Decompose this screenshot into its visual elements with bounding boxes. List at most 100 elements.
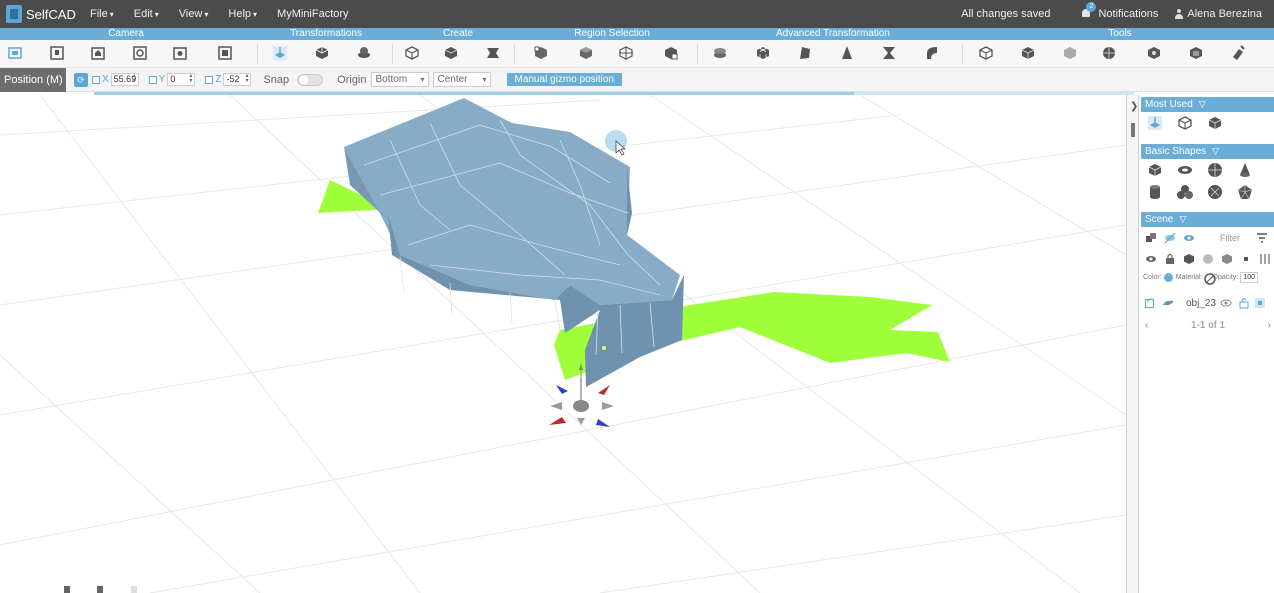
most-used-header[interactable]: Most Used ▽	[1141, 97, 1274, 112]
tool-intersect-icon[interactable]	[1188, 45, 1204, 61]
sort-icon[interactable]	[1256, 232, 1268, 244]
tool-ghost-cube-icon[interactable]	[1062, 45, 1078, 61]
manual-gizmo-button[interactable]: Manual gizmo position	[506, 73, 622, 86]
adv-subdivide-icon[interactable]	[755, 45, 771, 61]
select-vertex-icon[interactable]	[533, 45, 549, 61]
polyhedron-shape-icon[interactable]	[1237, 184, 1253, 200]
user-menu[interactable]: Alena Berezina	[1174, 8, 1262, 20]
category-camera[interactable]: Camera	[94, 28, 158, 40]
origin-horizontal-select[interactable]: Center	[432, 72, 491, 87]
solid-cube-icon[interactable]	[1207, 115, 1223, 131]
adv-extrude-icon[interactable]	[712, 45, 728, 61]
separator	[514, 44, 515, 64]
create-cube-icon[interactable]	[404, 45, 420, 61]
menu-myminifactory[interactable]: MyMiniFactory	[267, 8, 359, 20]
cone-shape-icon[interactable]	[1237, 162, 1253, 178]
wire-cube-icon[interactable]	[1177, 115, 1193, 131]
menu-help[interactable]: Help ▾	[218, 8, 267, 20]
tool-solid-cube-icon[interactable]	[1020, 45, 1036, 61]
filter-input[interactable]: Filter	[1214, 231, 1246, 246]
sphere-shape-icon[interactable]	[1207, 162, 1223, 178]
position-mode-tab[interactable]: Position (M)	[0, 67, 66, 92]
point-view-icon[interactable]	[1240, 253, 1252, 265]
tool-wire-cube-icon[interactable]	[978, 45, 994, 61]
menu-edit[interactable]: Edit ▾	[124, 8, 169, 20]
hide-icon[interactable]	[1164, 232, 1176, 244]
menu-view[interactable]: View ▾	[169, 8, 219, 20]
reset-icon[interactable]: ⟳	[74, 72, 88, 87]
eye-icon[interactable]	[1183, 232, 1195, 244]
create-box-icon[interactable]	[443, 45, 459, 61]
funnel-icon: ▽	[1212, 146, 1220, 156]
scale-tool-icon[interactable]	[314, 45, 330, 61]
camera-side-icon[interactable]	[90, 45, 106, 61]
z-lock-checkbox[interactable]	[205, 75, 214, 84]
select-edge-icon[interactable]	[618, 45, 634, 61]
move-tool-icon[interactable]	[1147, 115, 1163, 131]
object-settings-icon[interactable]	[1254, 297, 1266, 309]
chevron-right-icon[interactable]: ❯	[1130, 101, 1138, 112]
adv-bend-icon[interactable]	[924, 45, 940, 61]
scroll-thumb[interactable]	[1131, 123, 1135, 137]
object-lock-icon[interactable]	[1238, 297, 1250, 309]
camera-top-icon[interactable]	[49, 45, 65, 61]
bell-icon: 2	[1080, 2, 1097, 20]
lock-icon[interactable]	[1164, 253, 1176, 265]
x-lock-checkbox[interactable]	[92, 75, 100, 84]
z-input[interactable]: -52	[223, 73, 252, 86]
menu-file[interactable]: File ▾	[80, 8, 124, 20]
pager-next-icon[interactable]: ›	[1268, 320, 1271, 331]
app-logo[interactable]: SelfCAD	[0, 0, 80, 28]
y-lock-checkbox[interactable]	[148, 75, 157, 84]
select-face-icon[interactable]	[578, 45, 594, 61]
group-icon[interactable]	[1145, 232, 1157, 244]
x-input[interactable]: 55.69	[110, 73, 139, 86]
geosphere-shape-icon[interactable]	[1207, 184, 1223, 200]
shaded-view-icon[interactable]	[1221, 253, 1233, 265]
tool-sphere-icon[interactable]	[1101, 45, 1117, 61]
material-icon[interactable]	[1203, 273, 1216, 285]
molecule-shape-icon[interactable]	[1177, 184, 1193, 200]
object-checkbox[interactable]	[1145, 296, 1154, 308]
notifications-button[interactable]: 2 Notifications	[1080, 2, 1158, 20]
opacity-input[interactable]: 100	[1240, 271, 1259, 283]
torus-shape-icon[interactable]	[1177, 162, 1193, 178]
3d-viewport[interactable]	[0, 95, 1126, 593]
create-prism-icon[interactable]	[485, 45, 501, 61]
visibility-eye-icon[interactable]	[1145, 253, 1157, 265]
tool-slice-icon[interactable]	[1230, 45, 1246, 61]
rotate-tool-icon[interactable]	[356, 45, 372, 61]
cylinder-shape-icon[interactable]	[1147, 184, 1163, 200]
wire-view-icon[interactable]	[1202, 253, 1214, 265]
cube-shape-icon[interactable]	[1147, 162, 1163, 178]
category-tools[interactable]: Tools	[1096, 28, 1144, 40]
object-eye-icon[interactable]	[1220, 297, 1232, 309]
camera-front-icon[interactable]	[7, 45, 23, 61]
category-transformations[interactable]: Transformations	[278, 28, 374, 40]
scene-object-row[interactable]: obj_23	[1141, 293, 1274, 313]
3d-model-obj-23[interactable]	[344, 98, 684, 390]
adv-taper-icon[interactable]	[839, 45, 855, 61]
origin-vertical-select[interactable]: Bottom	[370, 72, 429, 87]
category-advanced-transformation[interactable]: Advanced Transformation	[768, 28, 898, 40]
move-tool-icon[interactable]	[272, 45, 288, 61]
camera-zoom-icon[interactable]	[172, 45, 188, 61]
color-swatch[interactable]	[1163, 272, 1173, 282]
scene-header[interactable]: Scene ▽	[1141, 212, 1274, 227]
pager-prev-icon[interactable]: ‹	[1145, 320, 1148, 331]
snap-toggle[interactable]	[297, 73, 324, 86]
menu-bar: SelfCAD File ▾ Edit ▾ View ▾ Help ▾ MyMiniFa…	[0, 0, 1274, 28]
adv-twist-icon[interactable]	[881, 45, 897, 61]
category-region-selection[interactable]: Region Selection	[566, 28, 658, 40]
columns-icon[interactable]	[1259, 253, 1271, 265]
select-region-icon[interactable]	[663, 45, 679, 61]
y-input[interactable]: 0	[167, 73, 196, 86]
basic-shapes-header[interactable]: Basic Shapes ▽	[1141, 144, 1274, 159]
camera-fit-icon[interactable]	[217, 45, 233, 61]
adv-deform-icon[interactable]	[797, 45, 813, 61]
category-create[interactable]: Create	[430, 28, 486, 40]
camera-rotate-icon[interactable]	[132, 45, 148, 61]
tool-union-icon[interactable]	[1146, 45, 1162, 61]
viewport-widget	[97, 586, 103, 593]
solid-view-icon[interactable]	[1183, 253, 1195, 265]
